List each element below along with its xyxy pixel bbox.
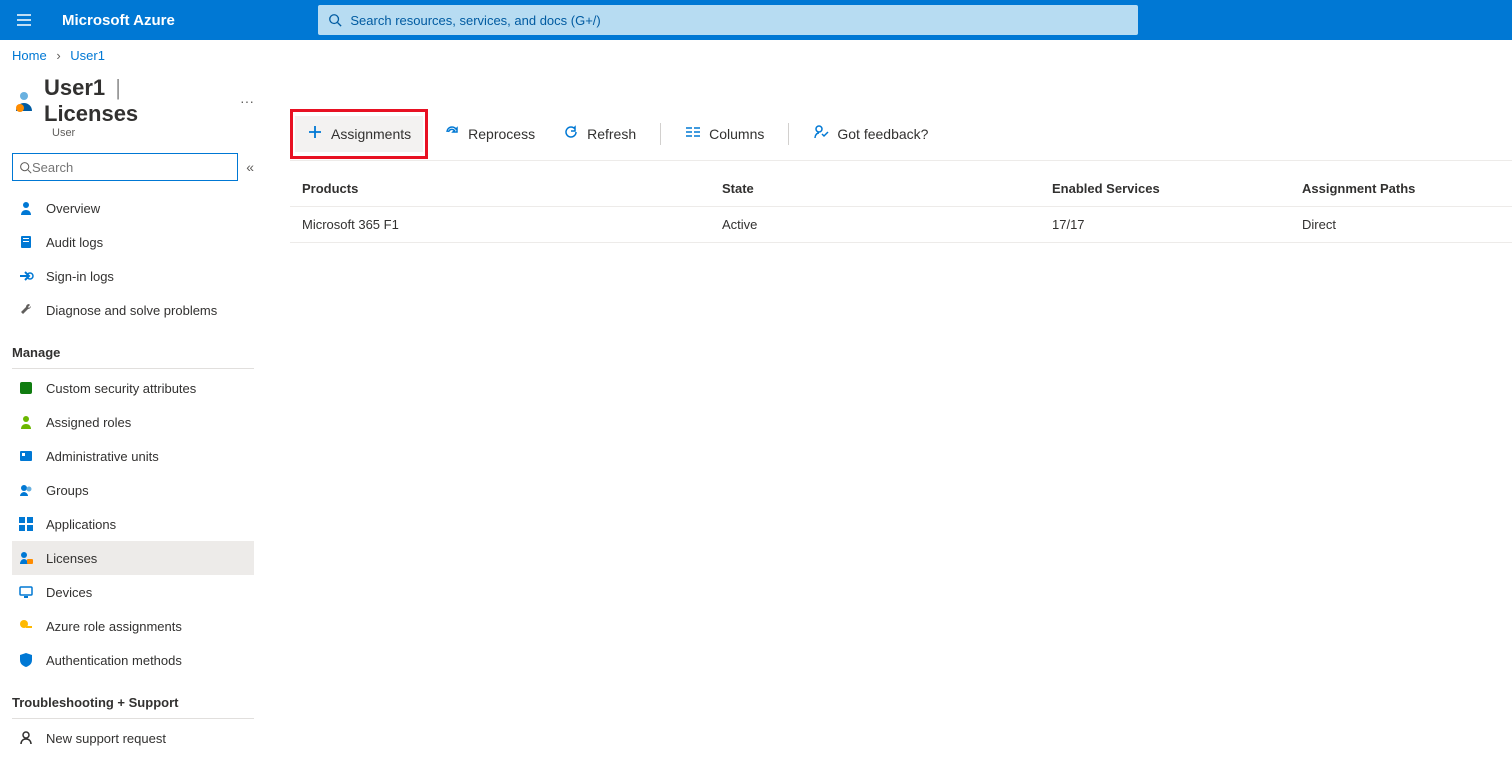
page-title: User1 | Licenses	[44, 75, 224, 127]
groups-icon	[18, 482, 34, 498]
sidebar-search-input[interactable]	[32, 160, 231, 175]
sidebar: User1 | Licenses ··· User « Overview Aud…	[0, 67, 266, 755]
divider	[12, 718, 254, 719]
book-icon	[18, 234, 34, 250]
cell-product: Microsoft 365 F1	[302, 217, 722, 232]
sidebar-item-csa[interactable]: Custom security attributes	[12, 371, 254, 405]
sidebar-item-devices[interactable]: Devices	[12, 575, 254, 609]
sidebar-item-support[interactable]: New support request	[12, 721, 254, 755]
plus-icon	[307, 124, 323, 143]
sidebar-item-label: New support request	[46, 731, 166, 746]
sidebar-item-label: Groups	[46, 483, 89, 498]
divider	[660, 123, 661, 145]
sidebar-item-licenses[interactable]: Licenses	[12, 541, 254, 575]
roles-icon	[18, 414, 34, 430]
highlight-box: Assignments	[290, 109, 428, 159]
sidebar-item-label: Devices	[46, 585, 92, 600]
col-enabled-services[interactable]: Enabled Services	[1052, 181, 1302, 196]
toolbar-label: Reprocess	[468, 126, 535, 142]
global-search-input[interactable]	[350, 13, 1128, 28]
chevron-right-icon: ›	[56, 48, 60, 63]
hamburger-icon	[16, 12, 32, 28]
license-icon	[18, 550, 34, 566]
user-icon	[18, 200, 34, 216]
toolbar-label: Assignments	[331, 126, 411, 142]
sidebar-item-auth-methods[interactable]: Authentication methods	[12, 643, 254, 677]
key-icon	[18, 618, 34, 634]
sidebar-search[interactable]	[12, 153, 238, 181]
feedback-icon	[813, 124, 829, 143]
col-assignment-paths[interactable]: Assignment Paths	[1302, 181, 1500, 196]
section-troubleshooting: Troubleshooting + Support	[12, 695, 254, 710]
top-header: Microsoft Azure	[0, 0, 1512, 40]
command-bar: Assignments Reprocess Refresh Columns Go…	[290, 107, 1512, 161]
refresh-button[interactable]: Refresh	[551, 116, 648, 152]
reprocess-button[interactable]: Reprocess	[432, 116, 547, 152]
user-icon	[12, 89, 36, 113]
sidebar-item-label: Diagnose and solve problems	[46, 303, 217, 318]
sidebar-item-groups[interactable]: Groups	[12, 473, 254, 507]
global-search[interactable]	[318, 5, 1138, 35]
cell-enabled-services: 17/17	[1052, 217, 1302, 232]
reprocess-icon	[444, 124, 460, 143]
collapse-sidebar[interactable]: «	[246, 159, 254, 175]
feedback-button[interactable]: Got feedback?	[801, 116, 940, 152]
signin-icon	[18, 268, 34, 284]
refresh-icon	[563, 124, 579, 143]
hamburger-menu[interactable]	[0, 12, 48, 28]
columns-button[interactable]: Columns	[673, 116, 776, 152]
toolbar-label: Got feedback?	[837, 126, 928, 142]
content-area: Assignments Reprocess Refresh Columns Go…	[266, 67, 1512, 755]
sidebar-item-label: Custom security attributes	[46, 381, 196, 396]
toolbar-label: Refresh	[587, 126, 636, 142]
sidebar-item-label: Assigned roles	[46, 415, 131, 430]
table-row[interactable]: Microsoft 365 F1 Active 17/17 Direct	[290, 207, 1512, 243]
sidebar-item-label: Overview	[46, 201, 100, 216]
columns-icon	[685, 126, 701, 142]
apps-icon	[18, 516, 34, 532]
sidebar-item-audit-logs[interactable]: Audit logs	[12, 225, 254, 259]
search-icon	[19, 161, 32, 174]
sidebar-item-roles[interactable]: Assigned roles	[12, 405, 254, 439]
col-products[interactable]: Products	[302, 181, 722, 196]
page-subtitle: User	[52, 127, 254, 139]
sidebar-item-diagnose[interactable]: Diagnose and solve problems	[12, 293, 254, 327]
sidebar-item-admin-units[interactable]: Administrative units	[12, 439, 254, 473]
sidebar-item-label: Authentication methods	[46, 653, 182, 668]
sidebar-item-label: Applications	[46, 517, 116, 532]
more-menu[interactable]: ···	[240, 93, 254, 109]
page-title-row: User1 | Licenses ···	[12, 75, 254, 127]
sidebar-item-label: Audit logs	[46, 235, 103, 250]
sidebar-item-applications[interactable]: Applications	[12, 507, 254, 541]
org-icon	[18, 448, 34, 464]
sidebar-item-label: Administrative units	[46, 449, 159, 464]
shield-icon	[18, 652, 34, 668]
toolbar-label: Columns	[709, 126, 764, 142]
support-icon	[18, 730, 34, 746]
divider	[788, 123, 789, 145]
tag-icon	[18, 380, 34, 396]
cell-assignment-paths: Direct	[1302, 217, 1500, 232]
breadcrumb: Home › User1	[0, 40, 1512, 67]
sidebar-item-signin-logs[interactable]: Sign-in logs	[12, 259, 254, 293]
col-state[interactable]: State	[722, 181, 1052, 196]
table-header: Products State Enabled Services Assignme…	[290, 171, 1512, 207]
breadcrumb-user[interactable]: User1	[70, 48, 105, 63]
sidebar-item-label: Licenses	[46, 551, 97, 566]
wrench-icon	[18, 302, 34, 318]
search-icon	[328, 13, 342, 27]
sidebar-item-azure-roles[interactable]: Azure role assignments	[12, 609, 254, 643]
devices-icon	[18, 584, 34, 600]
sidebar-item-label: Sign-in logs	[46, 269, 114, 284]
sidebar-item-overview[interactable]: Overview	[12, 191, 254, 225]
section-manage: Manage	[12, 345, 254, 360]
sidebar-item-label: Azure role assignments	[46, 619, 182, 634]
breadcrumb-home[interactable]: Home	[12, 48, 47, 63]
brand-label: Microsoft Azure	[62, 12, 175, 29]
assignments-button[interactable]: Assignments	[295, 116, 423, 152]
divider	[12, 368, 254, 369]
cell-state: Active	[722, 217, 1052, 232]
licenses-table: Products State Enabled Services Assignme…	[290, 171, 1512, 243]
